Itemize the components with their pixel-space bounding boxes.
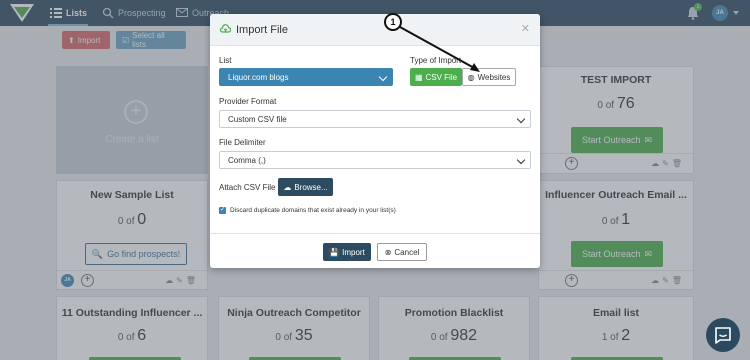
chat-icon — [715, 327, 731, 344]
modal-header: Import File ✕ — [210, 14, 540, 46]
table-icon: ▦ — [414, 72, 423, 82]
csv-file-toggle[interactable]: ▦ CSV File — [410, 68, 462, 86]
modal-footer-divider — [210, 233, 540, 234]
chevron-down-icon — [516, 155, 526, 165]
annotation-callout-number: 1 — [384, 13, 402, 31]
websites-label: Websites — [477, 72, 511, 82]
csv-file-label: CSV File — [425, 72, 458, 82]
close-icon[interactable]: ✕ — [521, 22, 530, 35]
chevron-down-icon — [516, 114, 526, 124]
file-delimiter-select[interactable]: Comma (,) — [219, 151, 531, 169]
attach-csv-label: Attach CSV File — [219, 183, 276, 192]
cancel-icon: ⊗ — [384, 247, 392, 257]
modal-cancel-label: Cancel — [394, 247, 420, 257]
globe-icon: ◍ — [467, 72, 475, 82]
file-delimiter-label: File Delimiter — [219, 138, 266, 147]
provider-format-value: Custom CSV file — [228, 114, 287, 124]
browse-label: Browse... — [294, 182, 328, 192]
modal-title: Import File — [236, 24, 288, 36]
file-delimiter-value: Comma (,) — [228, 155, 266, 165]
modal-cancel-button[interactable]: ⊗ Cancel — [377, 243, 427, 261]
list-select[interactable]: Liquor.com blogs — [219, 68, 393, 86]
cloud-upload-icon — [220, 24, 231, 33]
cloud-icon: ☁ — [283, 182, 292, 192]
modal-import-label: Import — [342, 247, 365, 257]
save-icon: 💾 — [329, 247, 340, 257]
discard-duplicates-label: Discard duplicate domains that exist alr… — [230, 207, 396, 214]
list-select-value: Liquor.com blogs — [228, 72, 289, 82]
chevron-down-icon — [378, 72, 388, 82]
type-of-import-label: Type of Import — [410, 56, 462, 65]
modal-import-button[interactable]: 💾 Import — [323, 243, 371, 261]
websites-toggle[interactable]: ◍ Websites — [462, 68, 516, 86]
discard-duplicates-checkbox[interactable]: ✓ — [219, 207, 226, 214]
browse-button[interactable]: ☁ Browse... — [278, 178, 333, 196]
chat-widget-button[interactable] — [706, 318, 740, 352]
provider-format-select[interactable]: Custom CSV file — [219, 110, 531, 128]
provider-format-label: Provider Format — [219, 97, 277, 106]
list-label: List — [219, 56, 232, 65]
